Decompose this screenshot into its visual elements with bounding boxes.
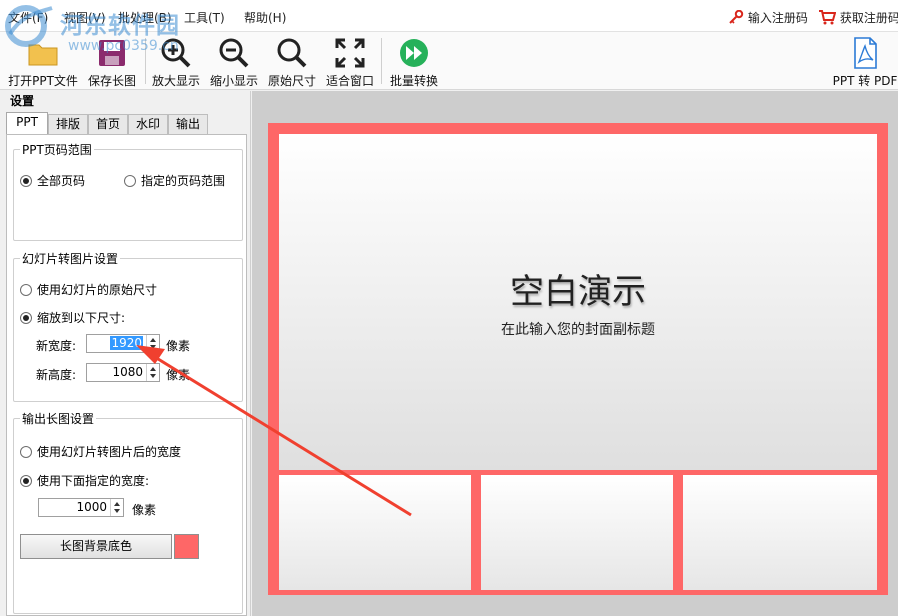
radio-indicator — [20, 475, 32, 487]
original-size-label: 原始尺寸 — [264, 72, 320, 89]
watermark-logo-icon — [2, 4, 58, 48]
ppt-to-pdf-label: PPT 转 PDF — [832, 72, 898, 89]
new-height-value: 1080 — [112, 365, 143, 379]
batch-convert-button[interactable]: 批量转换 — [386, 34, 442, 88]
radio-indicator — [20, 175, 32, 187]
settings-panel: 设置 排版 首页 水印 输出 PPT PPT页码范围 全部页码 指定的页码范围 … — [0, 91, 251, 616]
scale-to-size-radio[interactable]: 缩放到以下尺寸: — [20, 309, 125, 326]
tab-ppt-panel: PPT页码范围 全部页码 指定的页码范围 幻灯片转图片设置 使用幻灯片的原始尺寸… — [6, 134, 247, 616]
use-specified-width-label: 使用下面指定的宽度: — [37, 472, 149, 489]
key-icon — [728, 10, 744, 24]
pdf-icon — [848, 36, 882, 70]
use-specified-width-radio[interactable]: 使用下面指定的宽度: — [20, 472, 149, 489]
new-width-stepper[interactable]: 1920 — [86, 334, 160, 353]
radio-indicator — [20, 284, 32, 296]
stepper-arrows[interactable] — [146, 364, 159, 381]
get-code-link[interactable]: 获取注册码 — [818, 9, 898, 26]
register-label: 输入注册码 — [748, 11, 808, 25]
use-slide-width-radio[interactable]: 使用幻灯片转图片后的宽度 — [20, 443, 181, 460]
save-long-image-label: 保存长图 — [84, 72, 140, 89]
new-height-stepper[interactable]: 1080 — [86, 363, 160, 382]
fit-window-icon — [333, 36, 367, 70]
tab-watermark[interactable]: 水印 — [128, 114, 168, 134]
ppt-to-pdf-button[interactable]: PPT 转 PDF — [832, 34, 898, 88]
open-ppt-label: 打开PPT文件 — [6, 72, 80, 89]
width-unit: 像素 — [166, 337, 190, 354]
cover-slide: 空白演示 在此输入您的封面副标题 — [268, 123, 888, 475]
radio-indicator — [124, 175, 136, 187]
all-pages-label: 全部页码 — [37, 172, 85, 189]
new-width-label: 新宽度: — [36, 337, 76, 354]
long-width-unit: 像素 — [132, 501, 156, 518]
stepper-arrows[interactable] — [110, 499, 123, 516]
specified-range-label: 指定的页码范围 — [141, 172, 225, 189]
use-original-size-label: 使用幻灯片的原始尺寸 — [37, 281, 157, 298]
long-image-group: 输出长图设置 使用幻灯片转图片后的宽度 使用下面指定的宽度: 1000 像素 长… — [13, 418, 243, 614]
tab-output[interactable]: 输出 — [168, 114, 208, 134]
bg-color-button[interactable]: 长图背景底色 — [20, 534, 172, 559]
tab-ppt[interactable]: PPT — [6, 112, 48, 135]
zoom-out-label: 缩小显示 — [206, 72, 262, 89]
get-code-label: 获取注册码 — [840, 11, 898, 25]
fit-window-button[interactable]: 适合窗口 — [322, 34, 378, 88]
watermark-url: www.pc0359.cn — [68, 38, 179, 54]
slide-thumbnail — [678, 475, 888, 595]
preview-area: 空白演示 在此输入您的封面副标题 — [252, 91, 898, 616]
settings-header: 设置 — [0, 91, 250, 111]
long-width-value: 1000 — [76, 500, 107, 514]
tab-layout[interactable]: 排版 — [48, 114, 88, 134]
watermark: 河东软件园 www.pc0359.cn — [2, 2, 202, 48]
bg-color-swatch[interactable] — [174, 534, 199, 559]
height-unit: 像素 — [166, 366, 190, 383]
stepper-arrows[interactable] — [146, 335, 159, 352]
fast-forward-icon — [397, 36, 431, 70]
cover-subtitle: 在此输入您的封面副标题 — [279, 319, 877, 339]
slide-image-title: 幻灯片转图片设置 — [20, 250, 120, 267]
all-pages-radio[interactable]: 全部页码 — [20, 172, 85, 189]
watermark-text: 河东软件园 — [60, 6, 180, 40]
fit-window-label: 适合窗口 — [322, 72, 378, 89]
slide-image-group: 幻灯片转图片设置 使用幻灯片的原始尺寸 缩放到以下尺寸: 新宽度: 1920 像… — [13, 258, 243, 402]
tab-home[interactable]: 首页 — [88, 114, 128, 134]
magnifier-icon — [275, 36, 309, 70]
page-range-group: PPT页码范围 全部页码 指定的页码范围 — [13, 149, 243, 241]
original-size-button[interactable]: 原始尺寸 — [264, 34, 320, 88]
page-range-title: PPT页码范围 — [20, 141, 94, 158]
cover-title: 空白演示 — [279, 264, 877, 313]
long-image-preview: 空白演示 在此输入您的封面副标题 — [268, 123, 888, 595]
register-link[interactable]: 输入注册码 — [728, 9, 808, 26]
specified-range-radio[interactable]: 指定的页码范围 — [124, 172, 225, 189]
cart-icon — [818, 9, 836, 25]
use-slide-width-label: 使用幻灯片转图片后的宽度 — [37, 443, 181, 460]
zoom-in-label: 放大显示 — [148, 72, 204, 89]
toolbar-separator — [381, 38, 382, 84]
radio-indicator — [20, 312, 32, 324]
slide-thumbnail — [268, 475, 476, 595]
long-image-title: 输出长图设置 — [20, 410, 96, 427]
use-original-size-radio[interactable]: 使用幻灯片的原始尺寸 — [20, 281, 157, 298]
menu-help[interactable]: 帮助(H) — [244, 9, 286, 26]
batch-convert-label: 批量转换 — [386, 72, 442, 89]
slide-thumbnail — [476, 475, 678, 595]
new-width-value: 1920 — [110, 336, 143, 350]
long-width-stepper[interactable]: 1000 — [38, 498, 124, 517]
radio-indicator — [20, 446, 32, 458]
zoom-out-icon — [217, 36, 251, 70]
zoom-out-button[interactable]: 缩小显示 — [206, 34, 262, 88]
scale-to-size-label: 缩放到以下尺寸: — [37, 309, 125, 326]
new-height-label: 新高度: — [36, 366, 76, 383]
